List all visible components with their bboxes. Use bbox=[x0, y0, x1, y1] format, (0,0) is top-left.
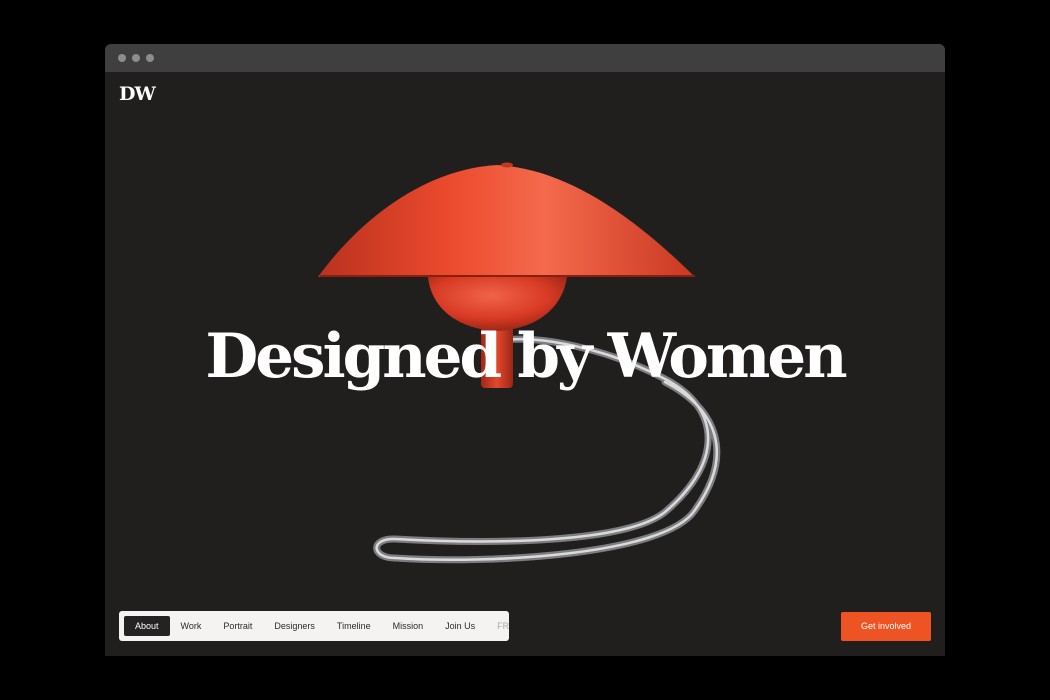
nav-item-language-fr[interactable]: FR bbox=[486, 616, 520, 636]
nav-item-timeline[interactable]: Timeline bbox=[326, 616, 382, 636]
hero-title: Designed by Women bbox=[205, 321, 847, 392]
nav-item-work[interactable]: Work bbox=[170, 616, 213, 636]
browser-window: DW Designed by Women About Work Portrait… bbox=[105, 44, 945, 656]
nav-item-portrait[interactable]: Portrait bbox=[212, 616, 263, 636]
nav-item-about[interactable]: About bbox=[124, 616, 170, 636]
nav-item-join-us[interactable]: Join Us bbox=[434, 616, 486, 636]
get-involved-button[interactable]: Get involved bbox=[841, 612, 931, 641]
nav-item-designers[interactable]: Designers bbox=[263, 616, 326, 636]
nav-item-mission[interactable]: Mission bbox=[382, 616, 435, 636]
main-nav: About Work Portrait Designers Timeline M… bbox=[119, 611, 509, 641]
